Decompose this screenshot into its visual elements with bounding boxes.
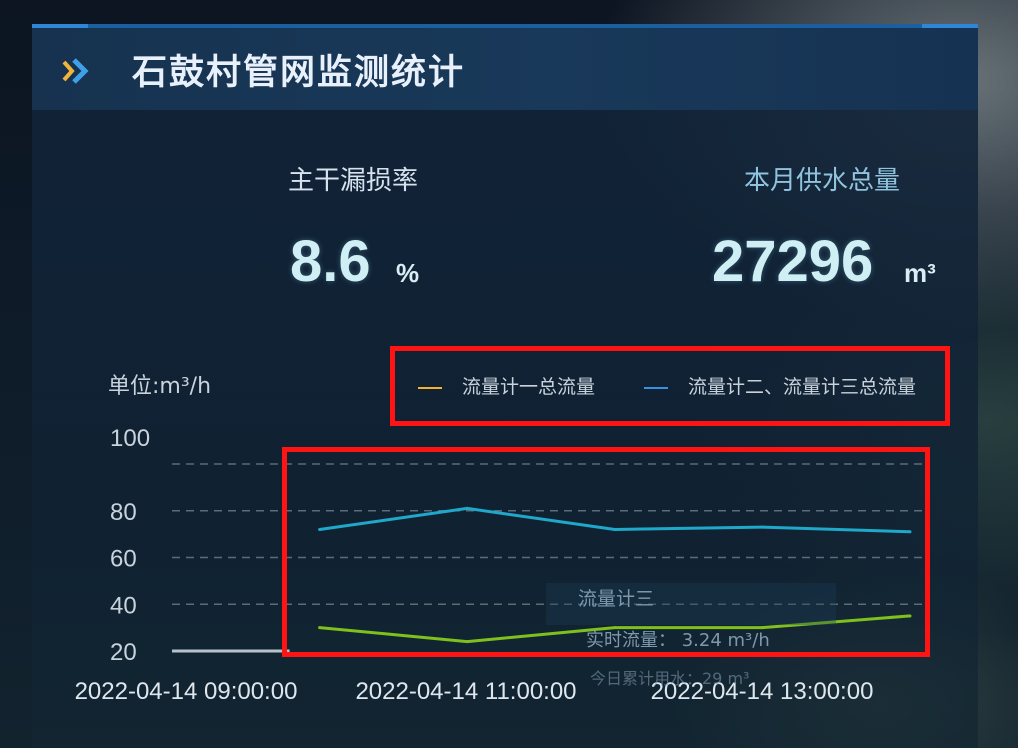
x-tick-label: 2022-04-14 11:00:00 [355, 678, 576, 705]
legend-highlight-box [390, 346, 950, 426]
y-tick-label: 20 [110, 639, 137, 666]
y-tick-label: 60 [110, 546, 137, 573]
y-tick-label: 80 [110, 499, 137, 526]
tooltip-today: 今日累计用水：29 m³ [590, 669, 749, 688]
y-tick-label: 100 [110, 425, 150, 452]
plot-highlight-box [282, 447, 930, 657]
x-tick-label: 2022-04-14 09:00:00 [75, 678, 298, 705]
y-tick-label: 40 [110, 592, 137, 619]
